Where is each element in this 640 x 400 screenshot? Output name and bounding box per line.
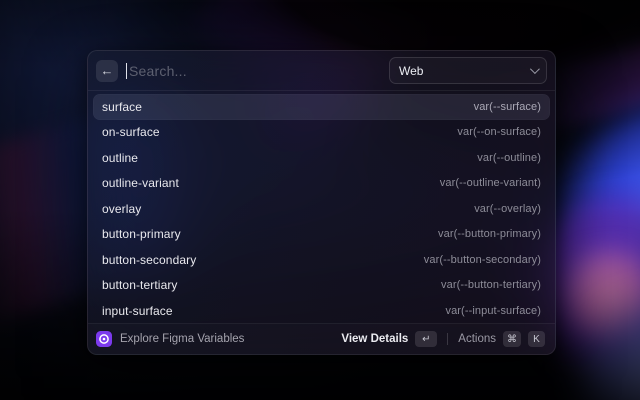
extension-name: Explore Figma Variables (120, 333, 244, 345)
actions-button[interactable]: Actions (458, 333, 496, 345)
result-row[interactable]: button-tertiary var(--button-tertiary) (93, 273, 550, 299)
result-value: var(--button-tertiary) (441, 279, 541, 291)
screen: ← Search... Web surface var(--surface) o… (0, 0, 640, 400)
chevron-down-icon (530, 64, 540, 74)
back-button[interactable]: ← (96, 60, 118, 82)
results-list: surface var(--surface) on-surface var(--… (88, 91, 555, 323)
command-palette-window: ← Search... Web surface var(--surface) o… (87, 50, 556, 355)
result-label: button-secondary (102, 253, 196, 267)
search-placeholder: Search... (129, 63, 187, 79)
result-value: var(--outline-variant) (440, 177, 541, 189)
search-header: ← Search... Web (88, 51, 555, 90)
result-row[interactable]: overlay var(--overlay) (93, 196, 550, 222)
target-ring-icon (98, 333, 110, 345)
result-value: var(--button-primary) (438, 228, 541, 240)
result-row[interactable]: outline-variant var(--outline-variant) (93, 171, 550, 197)
figma-variables-icon (96, 331, 112, 347)
view-details-button[interactable]: View Details (341, 333, 408, 345)
result-label: input-surface (102, 304, 173, 318)
footer-bar: Explore Figma Variables View Details ↵ A… (88, 324, 555, 354)
platform-dropdown[interactable]: Web (389, 57, 547, 84)
result-row[interactable]: input-surface var(--input-surface) (93, 298, 550, 323)
result-value: var(--button-secondary) (424, 254, 541, 266)
result-label: on-surface (102, 125, 160, 139)
result-label: button-primary (102, 227, 181, 241)
result-row[interactable]: button-primary var(--button-primary) (93, 222, 550, 248)
extension-brand: Explore Figma Variables (96, 331, 341, 347)
k-key-icon: K (528, 331, 545, 347)
result-row[interactable]: outline var(--outline) (93, 145, 550, 171)
result-value: var(--surface) (474, 101, 541, 113)
result-value: var(--on-surface) (457, 126, 541, 138)
result-label: surface (102, 100, 142, 114)
result-label: overlay (102, 202, 141, 216)
footer-actions-divider (447, 333, 448, 345)
search-input[interactable]: Search... (126, 63, 381, 79)
result-value: var(--outline) (477, 152, 541, 164)
enter-key-icon: ↵ (415, 331, 437, 347)
result-row[interactable]: on-surface var(--on-surface) (93, 120, 550, 146)
result-label: outline-variant (102, 176, 179, 190)
result-label: button-tertiary (102, 278, 178, 292)
dropdown-value: Web (399, 64, 423, 78)
result-row[interactable]: button-secondary var(--button-secondary) (93, 247, 550, 273)
command-key-icon: ⌘ (503, 331, 521, 347)
footer-actions: View Details ↵ Actions ⌘ K (341, 331, 545, 347)
result-label: outline (102, 151, 138, 165)
result-value: var(--input-surface) (445, 305, 541, 317)
back-arrow-icon: ← (101, 63, 114, 78)
result-row[interactable]: surface var(--surface) (93, 94, 550, 120)
result-value: var(--overlay) (474, 203, 541, 215)
text-caret (126, 63, 127, 79)
